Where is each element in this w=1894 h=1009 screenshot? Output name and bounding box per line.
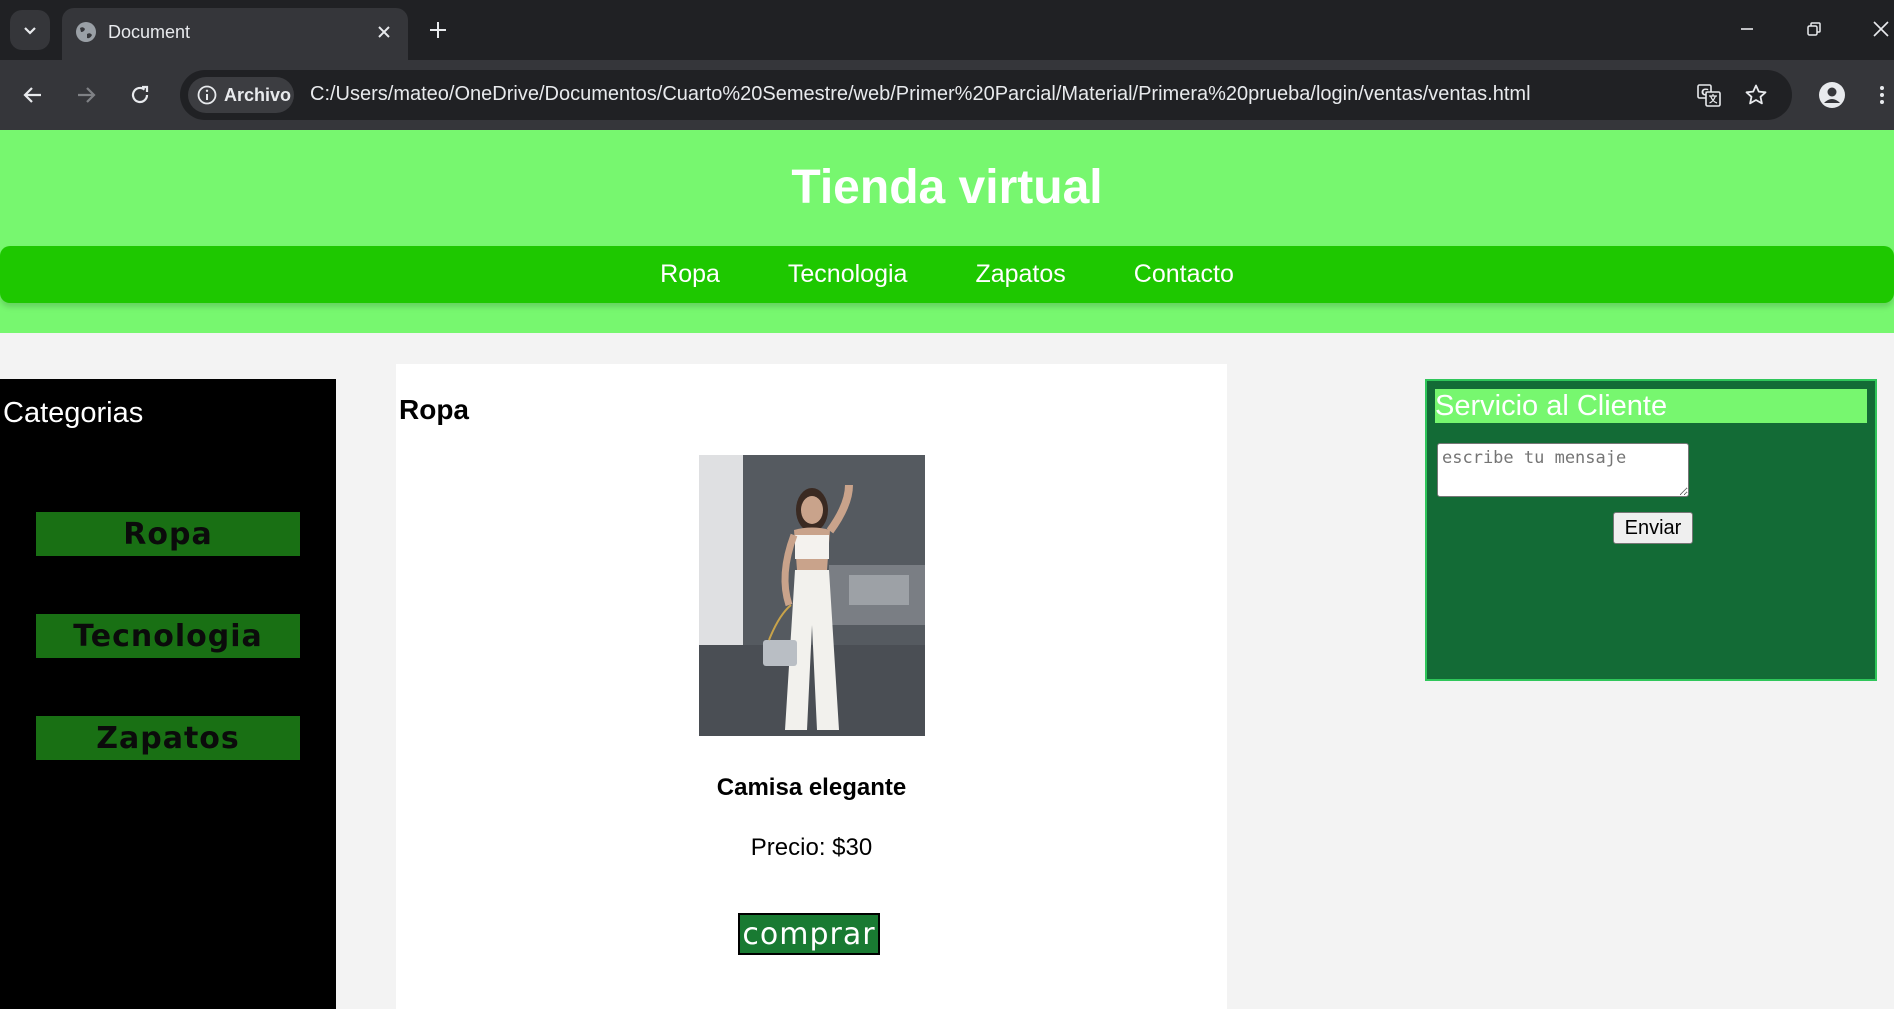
tab-title: Document	[108, 22, 191, 42]
sidebar-item-tecnologia[interactable]: Tecnologia	[36, 614, 300, 658]
translate-icon: G	[1697, 84, 1721, 107]
reload-icon	[131, 85, 149, 104]
new-tab-button[interactable]	[424, 16, 452, 44]
sidebar-item-ropa[interactable]: Ropa	[36, 512, 300, 556]
browser-tab-bar: Document	[0, 0, 1894, 60]
support-send-button[interactable]: Enviar	[1613, 512, 1693, 544]
sidebar-item-zapatos[interactable]: Zapatos	[36, 716, 300, 760]
close-icon	[1873, 21, 1889, 37]
reload-button[interactable]	[122, 77, 158, 113]
more-vertical-icon	[1880, 86, 1884, 104]
star-icon	[1745, 84, 1767, 105]
support-message-input[interactable]	[1437, 443, 1689, 497]
close-window-button[interactable]	[1866, 14, 1894, 44]
url-text[interactable]: C:/Users/mateo/OneDrive/Documentos/Cuart…	[310, 83, 1531, 106]
minimize-icon	[1741, 28, 1753, 30]
arrow-left-icon	[23, 87, 41, 103]
site-chip-label: Archivo	[224, 84, 292, 105]
product-price: Precio: $30	[750, 834, 873, 861]
section-title: Ropa	[399, 394, 469, 425]
support-title: Servicio al Cliente	[1435, 389, 1867, 423]
nav-link-tecnologia[interactable]: Tecnologia	[788, 260, 908, 289]
back-button[interactable]	[15, 77, 51, 113]
restore-button[interactable]	[1799, 14, 1829, 44]
site-info-chip[interactable]: Archivo	[188, 77, 294, 113]
info-icon	[197, 85, 217, 105]
minimize-button[interactable]	[1732, 14, 1762, 44]
nav-link-ropa[interactable]: Ropa	[660, 260, 720, 289]
close-icon	[378, 26, 390, 38]
nav-link-zapatos[interactable]: Zapatos	[975, 260, 1065, 289]
customer-service-panel: Servicio al Cliente Enviar	[1425, 379, 1877, 681]
bookmark-button[interactable]	[1742, 81, 1770, 109]
site-header: Tienda virtual Ropa Tecnologia Zapatos C…	[0, 130, 1894, 333]
buy-button[interactable]: comprar	[738, 913, 880, 955]
restore-icon	[1807, 22, 1821, 36]
product-section: Ropa Camisa elegante Precio: $30 comprar	[396, 364, 1227, 1009]
category-sidebar: Categorias Ropa Tecnologia Zapatos	[0, 379, 336, 1009]
nav-link-contacto[interactable]: Contacto	[1134, 260, 1234, 289]
main-nav: Ropa Tecnologia Zapatos Contacto	[0, 246, 1894, 303]
globe-icon	[76, 22, 96, 42]
address-bar[interactable]: Archivo C:/Users/mateo/OneDrive/Document…	[180, 70, 1792, 120]
tab-search-button[interactable]	[10, 10, 50, 50]
product-name: Camisa elegante	[716, 774, 907, 801]
browser-toolbar: Archivo C:/Users/mateo/OneDrive/Document…	[0, 60, 1894, 130]
plus-icon	[430, 22, 446, 38]
forward-button[interactable]	[68, 77, 104, 113]
tab-close-button[interactable]	[372, 20, 396, 44]
product-image	[699, 455, 925, 736]
profile-button[interactable]	[1814, 77, 1850, 113]
menu-button[interactable]	[1870, 77, 1894, 113]
browser-tab[interactable]: Document	[62, 8, 408, 60]
profile-icon	[1819, 82, 1845, 108]
translate-button[interactable]: G	[1695, 81, 1723, 109]
site-title: Tienda virtual	[791, 161, 1103, 214]
arrow-right-icon	[78, 87, 96, 103]
sidebar-title: Categorias	[3, 397, 144, 429]
chevron-down-icon	[24, 27, 36, 35]
